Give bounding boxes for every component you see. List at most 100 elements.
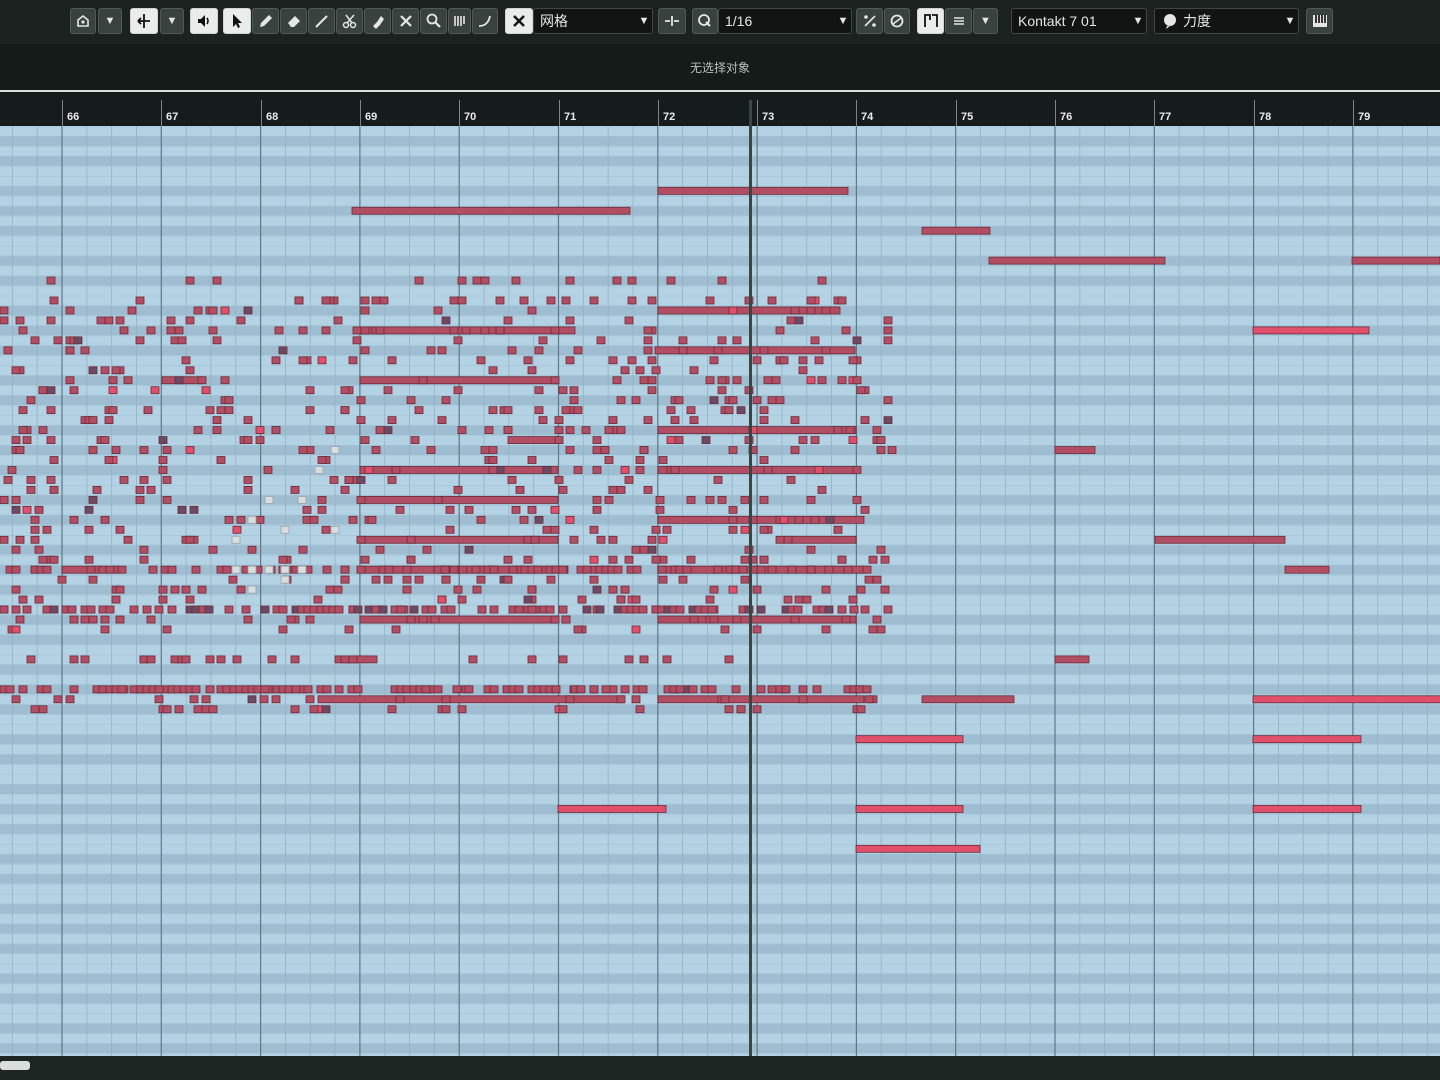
- note[interactable]: [852, 466, 862, 474]
- note[interactable]: [825, 515, 835, 524]
- note[interactable]: [11, 605, 21, 614]
- note[interactable]: [15, 316, 25, 325]
- note[interactable]: [340, 486, 350, 494]
- note[interactable]: [883, 396, 893, 405]
- note[interactable]: [841, 615, 851, 624]
- note[interactable]: [216, 456, 226, 464]
- note[interactable]: [657, 466, 857, 474]
- note[interactable]: [666, 276, 676, 285]
- note[interactable]: [340, 565, 350, 574]
- note[interactable]: [872, 575, 882, 584]
- note[interactable]: [647, 296, 657, 305]
- note[interactable]: [375, 326, 385, 335]
- note[interactable]: [728, 306, 738, 315]
- note[interactable]: [806, 565, 816, 574]
- note[interactable]: [437, 595, 447, 604]
- note[interactable]: [119, 476, 129, 484]
- note[interactable]: [627, 296, 637, 305]
- note[interactable]: [437, 346, 447, 355]
- note[interactable]: [18, 406, 28, 415]
- note[interactable]: [810, 436, 820, 444]
- note[interactable]: [204, 605, 214, 614]
- note[interactable]: [779, 515, 789, 524]
- note[interactable]: [317, 505, 327, 514]
- note[interactable]: [30, 705, 40, 714]
- note[interactable]: [643, 346, 653, 355]
- note[interactable]: [34, 595, 44, 604]
- note[interactable]: [476, 515, 486, 524]
- note[interactable]: [565, 356, 575, 365]
- note[interactable]: [810, 336, 820, 345]
- note[interactable]: [573, 625, 583, 634]
- note[interactable]: [441, 316, 451, 325]
- note[interactable]: [631, 545, 641, 554]
- note[interactable]: [523, 356, 533, 365]
- note[interactable]: [1252, 695, 1440, 704]
- note[interactable]: [554, 476, 564, 484]
- note[interactable]: [69, 515, 79, 524]
- note[interactable]: [150, 386, 160, 395]
- mute-tool-button[interactable]: [392, 8, 419, 34]
- note[interactable]: [674, 436, 684, 444]
- note[interactable]: [18, 326, 28, 335]
- note[interactable]: [330, 525, 340, 534]
- note[interactable]: [738, 565, 748, 574]
- note[interactable]: [278, 605, 288, 614]
- note[interactable]: [30, 525, 40, 534]
- note[interactable]: [117, 565, 127, 574]
- note[interactable]: [452, 685, 462, 694]
- note[interactable]: [88, 615, 98, 624]
- note[interactable]: [236, 316, 246, 325]
- note[interactable]: [11, 505, 21, 514]
- note[interactable]: [759, 416, 769, 425]
- note[interactable]: [26, 476, 36, 484]
- note[interactable]: [771, 376, 781, 385]
- note[interactable]: [205, 685, 215, 694]
- note[interactable]: [837, 296, 847, 305]
- note[interactable]: [100, 366, 110, 375]
- note[interactable]: [80, 346, 90, 355]
- note[interactable]: [577, 595, 587, 604]
- note[interactable]: [534, 346, 544, 355]
- note[interactable]: [42, 565, 52, 574]
- note[interactable]: [534, 406, 544, 415]
- note[interactable]: [519, 296, 529, 305]
- transform-button[interactable]: [130, 8, 158, 34]
- note[interactable]: [359, 495, 559, 504]
- strum-tool-button[interactable]: [448, 8, 471, 34]
- note[interactable]: [135, 336, 145, 345]
- note[interactable]: [290, 486, 300, 494]
- note[interactable]: [457, 296, 467, 305]
- note[interactable]: [631, 396, 641, 405]
- note[interactable]: [108, 386, 118, 395]
- note[interactable]: [534, 515, 544, 524]
- note[interactable]: [538, 336, 548, 345]
- note[interactable]: [391, 625, 401, 634]
- note[interactable]: [0, 535, 9, 544]
- note[interactable]: [658, 456, 668, 464]
- note[interactable]: [856, 585, 866, 594]
- note[interactable]: [689, 416, 699, 425]
- note[interactable]: [162, 705, 172, 714]
- note[interactable]: [689, 366, 699, 375]
- note[interactable]: [146, 486, 156, 494]
- note[interactable]: [565, 276, 575, 285]
- note[interactable]: [728, 515, 738, 524]
- note[interactable]: [864, 575, 874, 584]
- note[interactable]: [713, 476, 723, 484]
- note[interactable]: [243, 416, 253, 425]
- note[interactable]: [713, 565, 723, 574]
- note[interactable]: [647, 386, 657, 395]
- note[interactable]: [193, 705, 203, 714]
- note[interactable]: [92, 486, 102, 494]
- note[interactable]: [11, 585, 21, 594]
- note[interactable]: [26, 655, 36, 664]
- note[interactable]: [582, 605, 592, 614]
- note[interactable]: [11, 495, 21, 504]
- note[interactable]: [806, 495, 816, 504]
- note[interactable]: [608, 585, 618, 594]
- note[interactable]: [527, 456, 537, 464]
- note[interactable]: [271, 356, 281, 365]
- note[interactable]: [146, 326, 156, 335]
- note[interactable]: [104, 416, 114, 425]
